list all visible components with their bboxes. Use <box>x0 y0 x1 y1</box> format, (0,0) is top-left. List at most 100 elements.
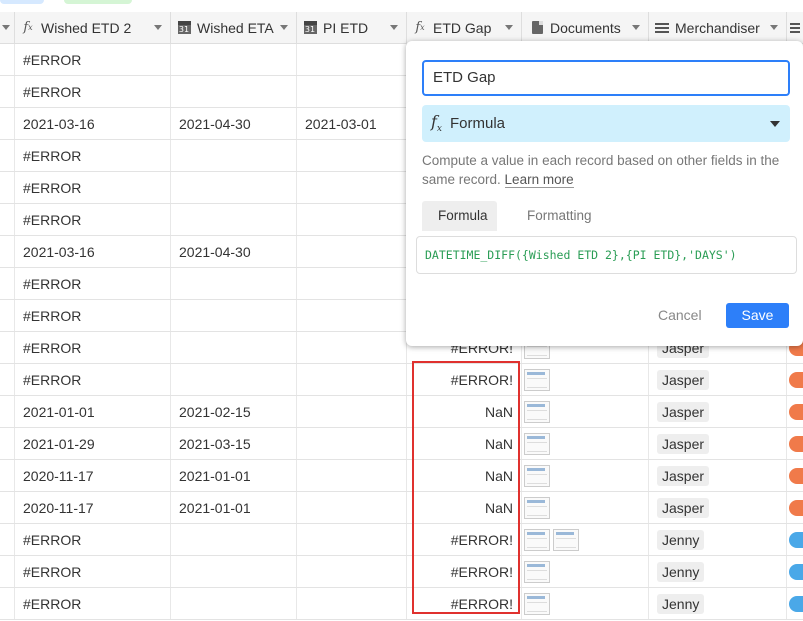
cell-pi-etd[interactable] <box>297 268 407 299</box>
view-tab-fragment[interactable] <box>0 0 44 4</box>
row-handle[interactable] <box>0 588 15 619</box>
cell-wished-etd-2[interactable]: #ERROR <box>15 300 171 331</box>
column-header-pi-etd[interactable]: 31 PI ETD <box>297 12 407 43</box>
row-handle[interactable] <box>0 236 15 267</box>
cell-merchandiser[interactable]: Jenny <box>649 524 787 555</box>
merchandiser-tag[interactable]: Jasper <box>657 465 710 486</box>
cell-pi-etd[interactable] <box>297 204 407 235</box>
cell-wished-eta[interactable] <box>171 140 297 171</box>
merchandiser-tag[interactable]: Jasper <box>657 369 710 390</box>
cell-wished-eta[interactable]: 2021-04-30 <box>171 236 297 267</box>
cell-wished-etd-2[interactable]: #ERROR <box>15 524 171 555</box>
cell-wished-etd-2[interactable]: #ERROR <box>15 556 171 587</box>
cell-pi-etd[interactable]: 2021-03-01 <box>297 108 407 139</box>
row-handle[interactable] <box>0 428 15 459</box>
table-row[interactable]: 2020-11-17 2021-01-01 NaN Jasper <box>0 492 803 524</box>
cell-etd-gap[interactable]: #ERROR! <box>407 556 522 587</box>
cell-wished-etd-2[interactable]: #ERROR <box>15 172 171 203</box>
row-handle[interactable] <box>0 396 15 427</box>
cell-documents[interactable] <box>522 364 649 395</box>
cell-next[interactable] <box>787 364 803 395</box>
cell-pi-etd[interactable] <box>297 556 407 587</box>
cell-wished-eta[interactable] <box>171 364 297 395</box>
cell-wished-eta[interactable]: 2021-04-30 <box>171 108 297 139</box>
chevron-down-icon[interactable] <box>505 25 513 30</box>
document-thumbnail[interactable] <box>524 592 550 615</box>
cell-pi-etd[interactable] <box>297 300 407 331</box>
cell-pi-etd[interactable] <box>297 428 407 459</box>
cell-pi-etd[interactable] <box>297 492 407 523</box>
cell-pi-etd[interactable] <box>297 396 407 427</box>
cell-next[interactable] <box>787 524 803 555</box>
cell-wished-etd-2[interactable]: #ERROR <box>15 364 171 395</box>
chevron-down-icon[interactable] <box>770 25 778 30</box>
table-row[interactable]: #ERROR #ERROR! Jasper <box>0 364 803 396</box>
cell-next[interactable] <box>787 460 803 491</box>
cell-etd-gap[interactable]: #ERROR! <box>407 364 522 395</box>
field-type-select[interactable]: fx Formula <box>422 105 790 142</box>
cell-merchandiser[interactable]: Jasper <box>649 396 787 427</box>
row-handle[interactable] <box>0 460 15 491</box>
row-handle[interactable] <box>0 556 15 587</box>
view-tab-fragment[interactable] <box>64 0 132 4</box>
cell-next[interactable] <box>787 492 803 523</box>
cell-wished-eta[interactable] <box>171 332 297 363</box>
cell-etd-gap[interactable]: NaN <box>407 428 522 459</box>
table-row[interactable]: 2021-01-29 2021-03-15 NaN Jasper <box>0 428 803 460</box>
cell-pi-etd[interactable] <box>297 332 407 363</box>
cell-wished-etd-2[interactable]: 2021-03-16 <box>15 236 171 267</box>
cell-pi-etd[interactable] <box>297 524 407 555</box>
cell-merchandiser[interactable]: Jasper <box>649 460 787 491</box>
chevron-down-icon[interactable] <box>280 25 288 30</box>
cell-pi-etd[interactable] <box>297 172 407 203</box>
row-handle[interactable] <box>0 332 15 363</box>
column-header-wished-eta[interactable]: 31 Wished ETA <box>171 12 297 43</box>
table-row[interactable]: 2021-01-01 2021-02-15 NaN Jasper <box>0 396 803 428</box>
cell-wished-etd-2[interactable]: #ERROR <box>15 588 171 619</box>
row-handle[interactable] <box>0 268 15 299</box>
cell-wished-eta[interactable] <box>171 556 297 587</box>
chevron-down-icon[interactable] <box>632 25 640 30</box>
table-row[interactable]: #ERROR #ERROR! Jenny <box>0 556 803 588</box>
cell-wished-etd-2[interactable]: #ERROR <box>15 140 171 171</box>
cell-wished-etd-2[interactable]: 2020-11-17 <box>15 460 171 491</box>
cell-next[interactable] <box>787 556 803 587</box>
cell-wished-eta[interactable] <box>171 44 297 75</box>
tab-formula[interactable]: Formula <box>422 201 497 231</box>
document-thumbnail[interactable] <box>524 400 550 423</box>
merchandiser-tag[interactable]: Jasper <box>657 401 710 422</box>
document-thumbnail[interactable] <box>553 528 579 551</box>
cell-wished-eta[interactable] <box>171 300 297 331</box>
cell-pi-etd[interactable] <box>297 364 407 395</box>
cell-wished-etd-2[interactable]: 2020-11-17 <box>15 492 171 523</box>
save-button[interactable]: Save <box>726 303 789 328</box>
cell-wished-etd-2[interactable]: #ERROR <box>15 76 171 107</box>
column-header-documents[interactable]: Documents <box>522 12 649 43</box>
cell-next[interactable] <box>787 428 803 459</box>
column-header-next[interactable] <box>787 12 803 43</box>
table-row[interactable]: #ERROR #ERROR! Jenny <box>0 524 803 556</box>
cell-documents[interactable] <box>522 396 649 427</box>
document-thumbnail[interactable] <box>524 464 550 487</box>
cell-documents[interactable] <box>522 428 649 459</box>
row-handle[interactable] <box>0 300 15 331</box>
cell-wished-eta[interactable] <box>171 588 297 619</box>
document-thumbnail[interactable] <box>524 368 550 391</box>
chevron-down-icon[interactable] <box>2 25 10 30</box>
cell-wished-eta[interactable]: 2021-03-15 <box>171 428 297 459</box>
cell-pi-etd[interactable] <box>297 140 407 171</box>
cell-merchandiser[interactable]: Jenny <box>649 588 787 619</box>
column-header-merchandiser[interactable]: Merchandiser <box>649 12 787 43</box>
merchandiser-tag[interactable]: Jasper <box>657 433 710 454</box>
cell-pi-etd[interactable] <box>297 44 407 75</box>
document-thumbnail[interactable] <box>524 496 550 519</box>
formula-editor[interactable]: DATETIME_DIFF({Wished ETD 2},{PI ETD},'D… <box>416 236 797 274</box>
row-handle[interactable] <box>0 140 15 171</box>
row-handle[interactable] <box>0 108 15 139</box>
cell-next[interactable] <box>787 396 803 427</box>
cell-pi-etd[interactable] <box>297 460 407 491</box>
merchandiser-tag[interactable]: Jenny <box>657 529 705 550</box>
tab-formatting[interactable]: Formatting <box>511 201 608 231</box>
cell-wished-etd-2[interactable]: 2021-01-01 <box>15 396 171 427</box>
cell-wished-eta[interactable] <box>171 268 297 299</box>
